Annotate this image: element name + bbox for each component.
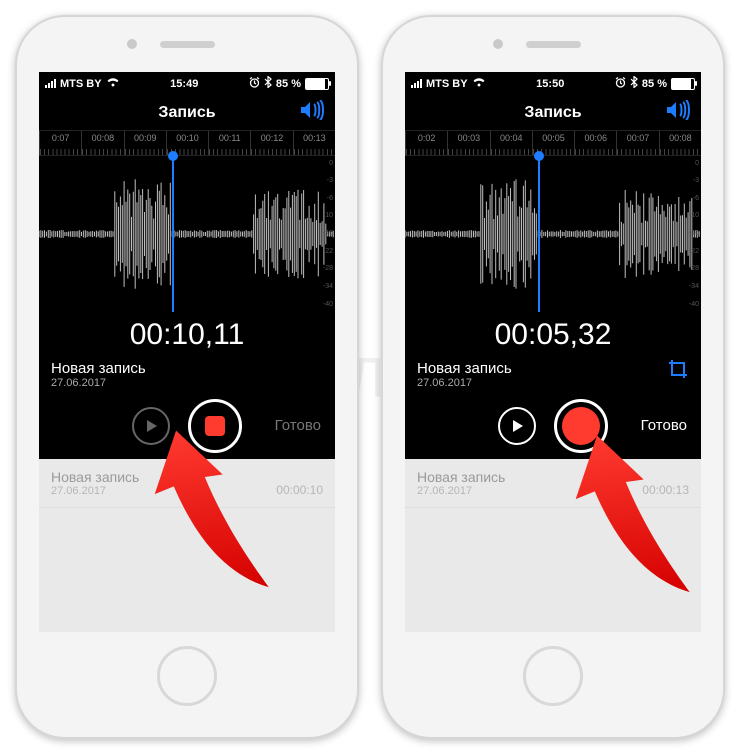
carrier-label: MTS BY bbox=[60, 78, 102, 90]
bluetooth-icon bbox=[630, 76, 638, 91]
recording-date: 27.06.2017 bbox=[417, 377, 689, 389]
timeline-ruler[interactable]: 0:0700:0800:0900:1000:1100:1200:13 bbox=[39, 130, 335, 156]
status-time: 15:50 bbox=[536, 78, 564, 90]
record-icon bbox=[562, 407, 600, 445]
wifi-icon bbox=[472, 77, 486, 90]
list-item-date: 27.06.2017 bbox=[417, 485, 505, 497]
recordings-list[interactable]: Новая запись 27.06.2017 00:00:13 bbox=[405, 459, 701, 632]
list-item-title: Новая запись bbox=[417, 469, 505, 485]
home-button[interactable] bbox=[523, 646, 583, 706]
page-title: Запись bbox=[158, 104, 215, 122]
battery-icon bbox=[305, 78, 329, 90]
phone-frame: MTS BY 15:49 85 % Запись 0:0700:0800:090… bbox=[15, 15, 359, 739]
bluetooth-icon bbox=[264, 76, 272, 91]
timeline-ruler[interactable]: 0:0200:0300:0400:0500:0600:0700:08 bbox=[405, 130, 701, 156]
done-button[interactable]: Готово bbox=[641, 417, 687, 434]
phone-camera bbox=[493, 39, 503, 49]
ruler-tick: 00:08 bbox=[659, 131, 701, 155]
screen: MTS BY 15:50 85 % Запись 0:0200:0300:040… bbox=[405, 72, 701, 632]
ruler-tick: 00:04 bbox=[490, 131, 532, 155]
db-scale: 0-3-6-10-16-22-28-34-40 bbox=[679, 160, 699, 308]
ruler-tick: 0:02 bbox=[405, 131, 447, 155]
stop-icon bbox=[205, 416, 225, 436]
ruler-tick: 0:07 bbox=[39, 131, 81, 155]
carrier-label: MTS BY bbox=[426, 78, 468, 90]
record-button[interactable] bbox=[554, 399, 608, 453]
home-button[interactable] bbox=[157, 646, 217, 706]
list-item-date: 27.06.2017 bbox=[51, 485, 139, 497]
ruler-tick: 00:03 bbox=[447, 131, 489, 155]
ruler-tick: 00:13 bbox=[293, 131, 335, 155]
ruler-tick: 00:11 bbox=[208, 131, 250, 155]
play-button[interactable] bbox=[498, 407, 536, 445]
controls: Готово bbox=[405, 393, 701, 459]
phone-speaker bbox=[526, 41, 581, 48]
play-icon bbox=[513, 420, 523, 432]
ruler-tick: 00:09 bbox=[124, 131, 166, 155]
done-button: Готово bbox=[275, 417, 321, 434]
screen: MTS BY 15:49 85 % Запись 0:0700:0800:090… bbox=[39, 72, 335, 632]
play-icon bbox=[147, 420, 157, 432]
speaker-toggle-icon[interactable] bbox=[665, 100, 691, 125]
list-item-duration: 00:00:10 bbox=[276, 483, 323, 497]
battery-icon bbox=[671, 78, 695, 90]
db-scale: 0-3-6-10-16-22-28-34-40 bbox=[313, 160, 333, 308]
recording-title: Новая запись bbox=[51, 360, 323, 377]
list-item[interactable]: Новая запись 27.06.2017 00:00:13 bbox=[405, 459, 701, 508]
recording-title: Новая запись bbox=[417, 360, 689, 377]
alarm-icon bbox=[249, 77, 260, 91]
battery-pct: 85 % bbox=[642, 78, 667, 90]
alarm-icon bbox=[615, 77, 626, 91]
ruler-tick: 00:08 bbox=[81, 131, 123, 155]
battery-pct: 85 % bbox=[276, 78, 301, 90]
signal-icon bbox=[45, 79, 56, 88]
status-bar: MTS BY 15:50 85 % bbox=[405, 72, 701, 96]
recordings-list[interactable]: Новая запись 27.06.2017 00:00:10 bbox=[39, 459, 335, 632]
list-item-duration: 00:00:13 bbox=[642, 483, 689, 497]
phone-speaker bbox=[160, 41, 215, 48]
recording-date: 27.06.2017 bbox=[51, 377, 323, 389]
speaker-toggle-icon[interactable] bbox=[299, 100, 325, 125]
recording-meta: Новая запись 27.06.2017 bbox=[39, 352, 335, 393]
status-bar: MTS BY 15:49 85 % bbox=[39, 72, 335, 96]
phone-camera bbox=[127, 39, 137, 49]
ruler-tick: 00:12 bbox=[250, 131, 292, 155]
waveform[interactable]: 0-3-6-10-16-22-28-34-40 bbox=[39, 156, 335, 312]
page-title: Запись bbox=[524, 104, 581, 122]
elapsed-time: 00:05,32 bbox=[405, 318, 701, 352]
phone-frame: MTS BY 15:50 85 % Запись 0:0200:0300:040… bbox=[381, 15, 725, 739]
waveform[interactable]: 0-3-6-10-16-22-28-34-40 bbox=[405, 156, 701, 312]
ruler-tick: 00:07 bbox=[616, 131, 658, 155]
header: Запись bbox=[405, 96, 701, 130]
controls: Готово bbox=[39, 393, 335, 459]
list-item-title: Новая запись bbox=[51, 469, 139, 485]
playhead[interactable] bbox=[172, 156, 174, 312]
record-button[interactable] bbox=[188, 399, 242, 453]
recording-meta: Новая запись 27.06.2017 bbox=[405, 352, 701, 393]
crop-icon[interactable] bbox=[667, 358, 689, 385]
stage: ЯБЛЫК MTS BY 15:49 85 % Запись bbox=[0, 0, 740, 753]
playhead[interactable] bbox=[538, 156, 540, 312]
ruler-tick: 00:06 bbox=[574, 131, 616, 155]
signal-icon bbox=[411, 79, 422, 88]
wifi-icon bbox=[106, 77, 120, 90]
play-button bbox=[132, 407, 170, 445]
header: Запись bbox=[39, 96, 335, 130]
status-time: 15:49 bbox=[170, 78, 198, 90]
elapsed-time: 00:10,11 bbox=[39, 318, 335, 352]
list-item[interactable]: Новая запись 27.06.2017 00:00:10 bbox=[39, 459, 335, 508]
